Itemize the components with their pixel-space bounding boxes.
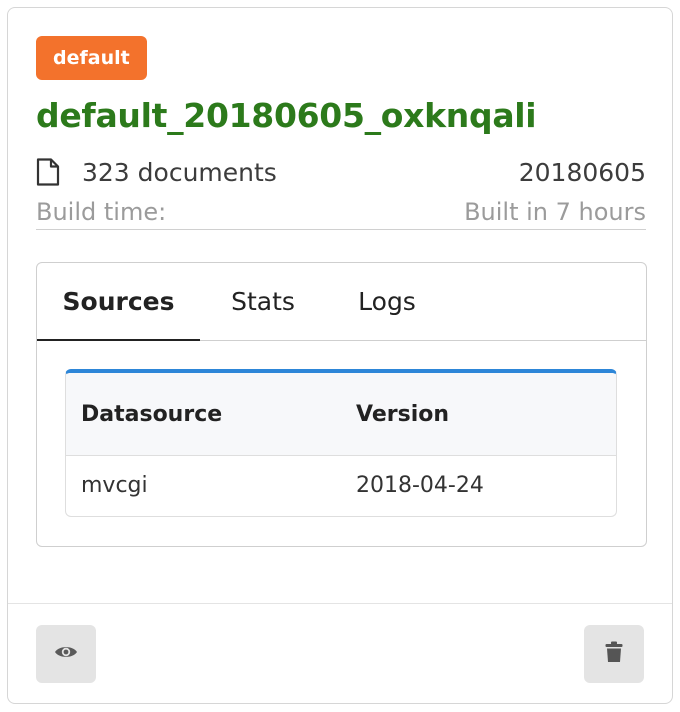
tab-sources[interactable]: Sources [37,263,200,341]
build-card: default default_20180605_oxknqali 323 do… [7,7,673,704]
document-icon [36,158,60,186]
sources-table: Datasource Version mvcgi 2018-04-24 [65,369,617,517]
tab-stats[interactable]: Stats [225,263,301,341]
documents-count: 323 documents [82,157,277,187]
view-button[interactable] [36,625,96,683]
build-time-row: Build time: Built in 7 hours [36,194,646,230]
documents-count-group: 323 documents [36,158,277,187]
card-footer [8,603,672,703]
build-date: 20180605 [518,157,646,187]
tab-bar: Sources Stats Logs [37,263,646,341]
build-time-label: Build time: [36,197,167,226]
tab-logs[interactable]: Logs [348,263,426,341]
eye-icon [54,644,78,664]
build-title: default_20180605_oxknqali [36,96,537,135]
datasource-cell: mvcgi [81,473,148,498]
version-cell: 2018-04-24 [356,473,484,498]
tabs-panel: Sources Stats Logs Datasource Version mv… [36,262,647,547]
table-header: Datasource Version [66,373,616,456]
trash-icon [605,641,623,667]
build-time-value: Built in 7 hours [464,197,646,226]
table-row: mvcgi 2018-04-24 [66,456,616,516]
delete-button[interactable] [584,625,644,683]
column-header-version: Version [356,402,450,427]
column-header-datasource: Datasource [81,402,223,427]
index-badge: default [36,36,147,80]
documents-row: 323 documents 20180605 [36,156,646,188]
